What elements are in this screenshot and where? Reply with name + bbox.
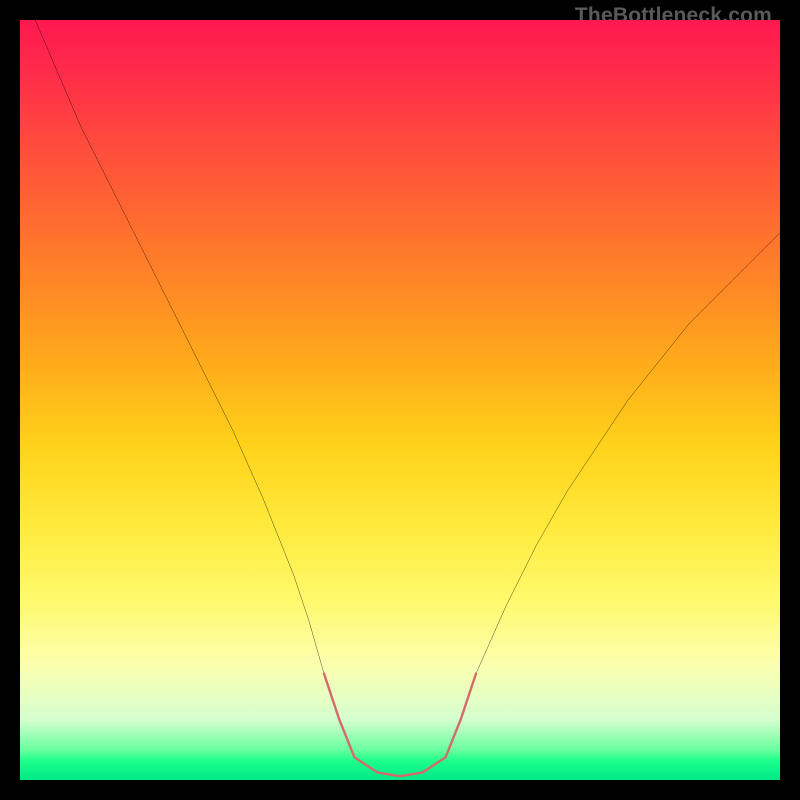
chart-frame: TheBottleneck.com (0, 0, 800, 800)
bottleneck-curve (35, 20, 780, 776)
curve-layer (20, 20, 780, 780)
plot-area (20, 20, 780, 780)
flat-bottom-highlight (324, 674, 476, 777)
